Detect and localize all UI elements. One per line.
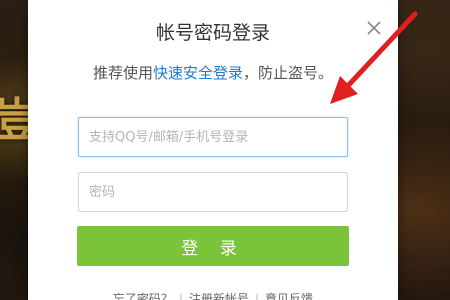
subtitle-suffix: ，防止盗号。 — [243, 64, 334, 82]
register-link[interactable]: 注册新帐号 — [189, 292, 249, 300]
login-button[interactable]: 登 录 — [77, 226, 349, 266]
forgot-password-link[interactable]: 忘了密码？ — [113, 292, 173, 300]
subtitle-prefix: 推荐使用 — [92, 64, 153, 82]
close-icon — [367, 21, 381, 35]
footer-separator: | — [255, 292, 260, 300]
dialog-title: 帐号密码登录 — [155, 22, 270, 44]
quick-login-link[interactable]: 快速安全登录 — [153, 64, 243, 82]
subtitle: 推荐使用快速安全登录，防止盗号。 — [28, 62, 398, 83]
footer-separator: | — [178, 292, 183, 300]
footer-links: 忘了密码？ | 注册新帐号 | 意见反馈 — [28, 290, 398, 300]
login-dialog: 帐号密码登录 推荐使用快速安全登录，防止盗号。 登 录 忘了密码？ | 注册新帐号 |… — [28, 0, 398, 300]
feedback-link[interactable]: 意见反馈 — [265, 292, 313, 300]
password-input[interactable] — [78, 172, 348, 212]
close-button[interactable] — [365, 19, 383, 37]
username-input[interactable] — [78, 117, 348, 157]
